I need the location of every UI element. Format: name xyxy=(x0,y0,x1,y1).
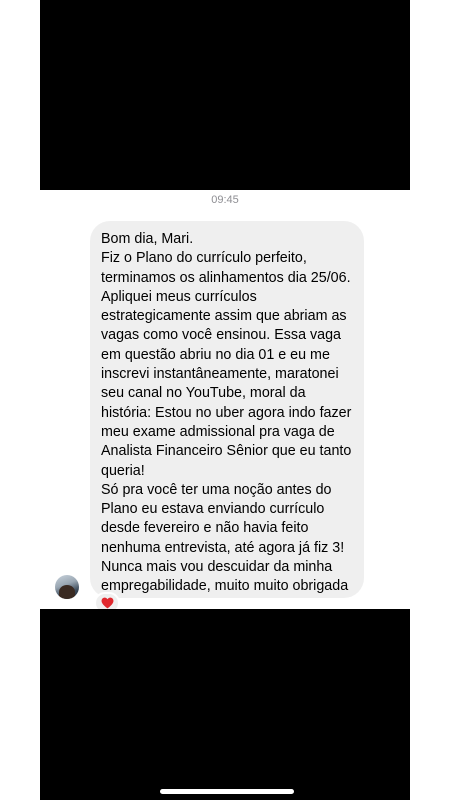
message-timestamp: 09:45 xyxy=(211,194,239,206)
media-preview-bottom[interactable] xyxy=(40,609,410,800)
sender-avatar[interactable] xyxy=(55,575,79,599)
heart-icon xyxy=(101,597,113,609)
message-paragraph-thanks: Só pra você ter uma noção antes do Plano… xyxy=(101,481,349,598)
received-message-bubble[interactable]: Bom dia, Mari. Fiz o Plano do currículo p… xyxy=(90,221,364,598)
home-indicator[interactable] xyxy=(160,789,294,794)
message-paragraph-story: Fiz o Plano do currículo perfeito, termi… xyxy=(101,250,356,479)
message-paragraph-greeting: Bom dia, Mari. xyxy=(101,231,194,247)
media-preview-top[interactable] xyxy=(40,0,410,190)
avatar-photo xyxy=(59,585,75,599)
